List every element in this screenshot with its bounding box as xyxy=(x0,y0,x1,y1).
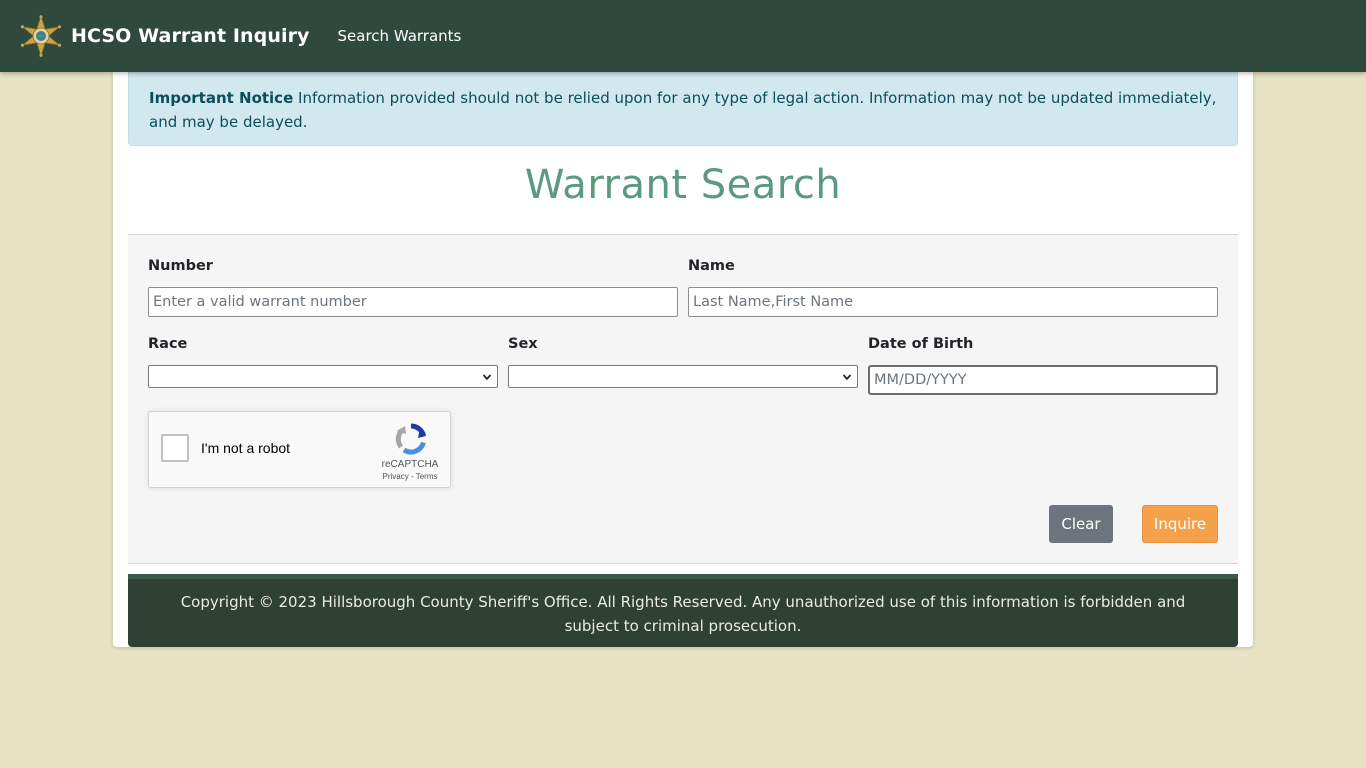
recaptcha-label: I'm not a robot xyxy=(201,440,291,456)
copyright-footer: Copyright © 2023 Hillsborough County She… xyxy=(128,574,1238,647)
important-notice-alert: Important Notice Information provided sh… xyxy=(128,72,1238,146)
sex-select[interactable] xyxy=(508,365,858,388)
dob-label: Date of Birth xyxy=(868,336,974,352)
brand-link[interactable]: HCSO Warrant Inquiry xyxy=(20,15,310,57)
number-label: Number xyxy=(148,258,213,274)
recaptcha-widget: I'm not a robot reCAPTCHA Privacy - Term… xyxy=(148,411,451,488)
sex-label: Sex xyxy=(508,336,538,352)
page-title: Warrant Search xyxy=(524,162,842,208)
race-label: Race xyxy=(148,336,188,352)
recaptcha-logo-icon xyxy=(395,423,426,455)
sheriff-star-badge-icon xyxy=(20,15,62,57)
inquire-button[interactable]: Inquire xyxy=(1142,505,1218,543)
brand-title: HCSO Warrant Inquiry xyxy=(71,25,310,47)
recaptcha-link-separator: - xyxy=(408,472,416,481)
recaptcha-terms-link[interactable]: Terms xyxy=(416,472,438,481)
top-navbar: HCSO Warrant Inquiry Search Warrants xyxy=(0,0,1366,72)
date-of-birth-input[interactable] xyxy=(868,365,1218,395)
main-card: Important Notice Information provided sh… xyxy=(113,72,1253,647)
footer-copyright-text: Copyright © 2023 Hillsborough County She… xyxy=(180,593,1186,635)
nav-link-search-warrants[interactable]: Search Warrants xyxy=(338,27,462,45)
race-select[interactable] xyxy=(148,365,498,388)
notice-heading: Important Notice xyxy=(149,89,294,107)
name-label: Name xyxy=(688,258,735,274)
notice-text: Information provided should not be relie… xyxy=(149,89,1217,131)
name-input[interactable] xyxy=(688,287,1218,317)
clear-button[interactable]: Clear xyxy=(1049,505,1113,543)
recaptcha-links: Privacy - Terms xyxy=(374,472,446,481)
recaptcha-brand: reCAPTCHA xyxy=(381,459,439,470)
recaptcha-checkbox[interactable] xyxy=(161,434,189,462)
warrant-number-input[interactable] xyxy=(148,287,678,317)
recaptcha-privacy-link[interactable]: Privacy xyxy=(383,472,409,481)
search-form: Number Name Race Sex Date of Birth I'm n… xyxy=(128,234,1238,564)
